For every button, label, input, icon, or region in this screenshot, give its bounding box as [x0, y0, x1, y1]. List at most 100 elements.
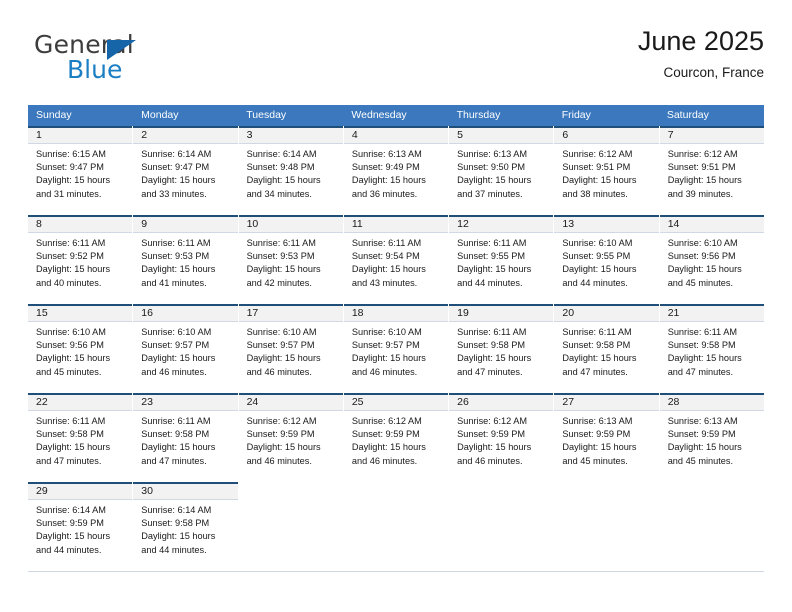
day-cell-empty [343, 482, 450, 571]
day-cell-30[interactable]: 30 Sunrise: 6:14 AM Sunset: 9:58 PM Dayligh… [133, 482, 239, 571]
sunset-text: Sunset: 9:59 PM [667, 429, 736, 440]
day-cell-18[interactable]: 18 Sunrise: 6:10 AM Sunset: 9:57 PM Dayligh… [343, 304, 450, 393]
day-details: Sunrise: 6:10 AM Sunset: 9:57 PM Daylight:… [344, 322, 448, 379]
day-cell-2[interactable]: 2 Sunrise: 6:14 AM Sunset: 9:47 PM Daylight… [133, 126, 239, 215]
weekday-header-saturday: Saturday [666, 109, 709, 121]
day-number-band: 19 [449, 304, 554, 322]
daylight-text-line2: and 46 minutes. [457, 455, 523, 466]
sunset-text: Sunset: 9:56 PM [36, 340, 104, 351]
day-number: 11 [351, 218, 363, 230]
day-cell-13[interactable]: 13 Sunrise: 6:10 AM Sunset: 9:55 PM Dayligh… [554, 215, 660, 304]
day-cell-3[interactable]: 3 Sunrise: 6:14 AM Sunset: 9:48 PM Daylight… [238, 126, 344, 215]
daylight-text-line1: Daylight: 15 hours [36, 175, 111, 186]
day-cell-27[interactable]: 27 Sunrise: 6:13 AM Sunset: 9:59 PM Dayligh… [554, 393, 660, 482]
daylight-text-line2: and 44 minutes. [141, 544, 207, 555]
daylight-text-line1: Daylight: 15 hours [141, 264, 216, 275]
daylight-text-line2: and 34 minutes. [246, 188, 312, 199]
day-number: 26 [457, 396, 469, 408]
day-cell-23[interactable]: 23 Sunrise: 6:11 AM Sunset: 9:58 PM Dayligh… [133, 393, 239, 482]
day-details: Sunrise: 6:11 AM Sunset: 9:52 PM Daylight:… [28, 233, 132, 290]
daylight-text-line2: and 45 minutes. [667, 277, 734, 288]
day-cell-4[interactable]: 4 Sunrise: 6:13 AM Sunset: 9:49 PM Daylight… [343, 126, 450, 215]
sunrise-text: Sunrise: 6:13 AM [562, 416, 633, 426]
day-cell-16[interactable]: 16 Sunrise: 6:10 AM Sunset: 9:57 PM Dayligh… [133, 304, 239, 393]
day-cell-24[interactable]: 24 Sunrise: 6:12 AM Sunset: 9:59 PM Dayligh… [238, 393, 344, 482]
daylight-text-line1: Daylight: 15 hours [36, 442, 111, 453]
general-blue-logo[interactable]: General Blue [34, 32, 224, 94]
weekday-header-friday: Friday [561, 109, 591, 121]
day-number-band: 30 [133, 482, 238, 500]
sunrise-text: Sunrise: 6:12 AM [457, 416, 528, 426]
weekday-header-tuesday: Tuesday [246, 109, 287, 121]
day-cell-9[interactable]: 9 Sunrise: 6:11 AM Sunset: 9:53 PM Daylight… [133, 215, 239, 304]
sunset-text: Sunset: 9:54 PM [351, 251, 420, 262]
daylight-text-line1: Daylight: 15 hours [562, 175, 637, 186]
sunrise-text: Sunrise: 6:11 AM [562, 327, 632, 337]
day-cell-7[interactable]: 7 Sunrise: 6:12 AM Sunset: 9:51 PM Daylight… [659, 126, 764, 215]
daylight-text-line1: Daylight: 15 hours [667, 175, 742, 186]
day-number: 1 [36, 129, 42, 141]
day-number-band: 20 [554, 304, 659, 322]
day-details: Sunrise: 6:10 AM Sunset: 9:56 PM Daylight:… [660, 233, 764, 290]
day-cell-12[interactable]: 12 Sunrise: 6:11 AM Sunset: 9:55 PM Dayligh… [449, 215, 555, 304]
day-cell-17[interactable]: 17 Sunrise: 6:10 AM Sunset: 9:57 PM Dayligh… [238, 304, 344, 393]
day-cell-26[interactable]: 26 Sunrise: 6:12 AM Sunset: 9:59 PM Dayligh… [449, 393, 555, 482]
day-cell-15[interactable]: 15 Sunrise: 6:10 AM Sunset: 9:56 PM Dayligh… [28, 304, 134, 393]
day-cell-28[interactable]: 28 Sunrise: 6:13 AM Sunset: 9:59 PM Dayligh… [659, 393, 764, 482]
day-number: 29 [36, 485, 48, 497]
day-details: Sunrise: 6:12 AM Sunset: 9:51 PM Daylight:… [660, 144, 764, 201]
daylight-text-line2: and 46 minutes. [351, 455, 418, 466]
daylight-text-line2: and 40 minutes. [36, 277, 102, 288]
day-number-band: 18 [343, 304, 449, 322]
daylight-text-line1: Daylight: 15 hours [141, 531, 216, 542]
sunrise-text: Sunrise: 6:12 AM [667, 149, 738, 159]
calendar-weeks: 1 Sunrise: 6:15 AM Sunset: 9:47 PM Daylight… [28, 126, 764, 571]
day-number-band: 25 [343, 393, 449, 411]
day-cell-14[interactable]: 14 Sunrise: 6:10 AM Sunset: 9:56 PM Dayligh… [659, 215, 764, 304]
day-number-band: 11 [343, 215, 449, 233]
sunrise-text: Sunrise: 6:11 AM [457, 327, 527, 337]
day-cell-19[interactable]: 19 Sunrise: 6:11 AM Sunset: 9:58 PM Dayligh… [449, 304, 555, 393]
daylight-text-line1: Daylight: 15 hours [667, 353, 742, 364]
day-cell-22[interactable]: 22 Sunrise: 6:11 AM Sunset: 9:58 PM Dayligh… [28, 393, 134, 482]
day-cell-20[interactable]: 20 Sunrise: 6:11 AM Sunset: 9:58 PM Dayligh… [554, 304, 660, 393]
day-cell-21[interactable]: 21 Sunrise: 6:11 AM Sunset: 9:58 PM Dayligh… [659, 304, 764, 393]
day-number-band: 7 [659, 126, 764, 144]
daylight-text-line2: and 45 minutes. [36, 366, 102, 377]
weekday-header-wednesday: Wednesday [351, 109, 407, 121]
sunset-text: Sunset: 9:58 PM [141, 518, 210, 529]
day-cell-29[interactable]: 29 Sunrise: 6:14 AM Sunset: 9:59 PM Dayligh… [28, 482, 134, 571]
day-details: Sunrise: 6:12 AM Sunset: 9:51 PM Daylight:… [554, 144, 658, 201]
sunrise-text: Sunrise: 6:12 AM [351, 416, 422, 426]
day-details: Sunrise: 6:10 AM Sunset: 9:56 PM Daylight:… [28, 322, 132, 379]
day-number: 21 [667, 307, 680, 319]
day-number: 22 [36, 396, 48, 408]
daylight-text-line2: and 43 minutes. [351, 277, 418, 288]
sunset-text: Sunset: 9:57 PM [351, 340, 420, 351]
day-number: 25 [351, 396, 364, 408]
sunrise-text: Sunrise: 6:11 AM [351, 238, 422, 248]
weekday-header-monday: Monday [141, 109, 179, 121]
day-cell-5[interactable]: 5 Sunrise: 6:13 AM Sunset: 9:50 PM Daylight… [449, 126, 555, 215]
calendar-week-row: 8 Sunrise: 6:11 AM Sunset: 9:52 PM Daylight… [28, 215, 764, 304]
day-cell-empty [554, 482, 660, 571]
daylight-text-line2: and 44 minutes. [36, 544, 102, 555]
day-number: 12 [457, 218, 469, 230]
daylight-text-line1: Daylight: 15 hours [141, 353, 216, 364]
day-cell-1[interactable]: 1 Sunrise: 6:15 AM Sunset: 9:47 PM Daylight… [28, 126, 134, 215]
daylight-text-line2: and 44 minutes. [562, 277, 628, 288]
day-cell-11[interactable]: 11 Sunrise: 6:11 AM Sunset: 9:54 PM Dayligh… [343, 215, 450, 304]
day-details: Sunrise: 6:11 AM Sunset: 9:58 PM Daylight:… [554, 322, 658, 379]
day-cell-10[interactable]: 10 Sunrise: 6:11 AM Sunset: 9:53 PM Dayligh… [238, 215, 344, 304]
daylight-text-line1: Daylight: 15 hours [246, 353, 321, 364]
sunrise-text: Sunrise: 6:12 AM [246, 416, 317, 426]
daylight-text-line2: and 39 minutes. [667, 188, 734, 199]
day-cell-8[interactable]: 8 Sunrise: 6:11 AM Sunset: 9:52 PM Daylight… [28, 215, 134, 304]
daylight-text-line1: Daylight: 15 hours [351, 175, 426, 186]
day-cell-25[interactable]: 25 Sunrise: 6:12 AM Sunset: 9:59 PM Dayligh… [343, 393, 450, 482]
day-cell-6[interactable]: 6 Sunrise: 6:12 AM Sunset: 9:51 PM Daylight… [554, 126, 660, 215]
day-number: 16 [141, 307, 153, 319]
sunrise-text: Sunrise: 6:13 AM [457, 149, 528, 159]
day-number-band: 8 [28, 215, 133, 233]
day-details: Sunrise: 6:12 AM Sunset: 9:59 PM Daylight:… [449, 411, 553, 468]
